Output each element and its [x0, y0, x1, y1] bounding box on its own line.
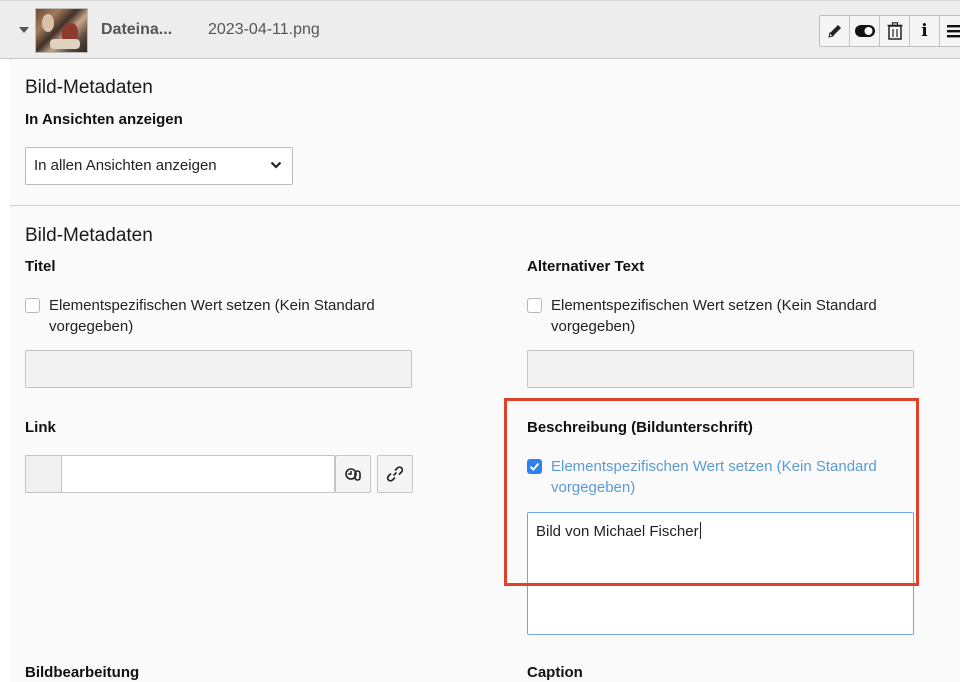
- collapse-caret-icon[interactable]: [19, 27, 29, 33]
- titel-label: Titel: [25, 258, 56, 275]
- caption-label: Caption: [527, 664, 583, 681]
- beschreibung-override-text: Elementspezifischen Wert setzen (Kein St…: [551, 458, 877, 496]
- link-wizard-icon: [345, 468, 361, 481]
- file-reference-header[interactable]: Dateina... 2023-04-11.png i: [0, 0, 960, 59]
- file-toolbar: i: [819, 15, 960, 47]
- edit-button[interactable]: [820, 16, 850, 46]
- link-field-group: [25, 455, 413, 493]
- image-thumbnail: [35, 8, 88, 53]
- titel-override-checkbox[interactable]: [25, 298, 40, 313]
- beschreibung-textarea[interactable]: Bild von Michael Fischer: [527, 512, 914, 635]
- section-title: Bild-Metadaten: [25, 225, 153, 246]
- chevron-down-icon: [270, 161, 282, 169]
- bildbearbeitung-label: Bildbearbeitung: [25, 664, 140, 681]
- toggle-visibility-button[interactable]: [850, 16, 880, 46]
- alt-text-override-checkbox[interactable]: [527, 298, 542, 313]
- beschreibung-override-checkbox[interactable]: [527, 459, 542, 474]
- link-addon: [25, 455, 61, 493]
- titel-override-text: Elementspezifischen Wert setzen (Kein St…: [49, 297, 375, 335]
- text-cursor: [699, 522, 701, 539]
- visibility-select-value: In allen Ansichten anzeigen: [34, 157, 217, 174]
- link-label: Link: [25, 419, 56, 436]
- pencil-icon: [827, 25, 841, 38]
- alt-text-override-row[interactable]: Elementspezifischen Wert setzen (Kein St…: [527, 295, 921, 337]
- chain-link-icon: [386, 466, 404, 482]
- beschreibung-value: Bild von Michael Fischer: [536, 523, 699, 540]
- file-title: Dateina...: [101, 21, 173, 38]
- more-menu-button[interactable]: [940, 16, 960, 46]
- titel-override-row[interactable]: Elementspezifischen Wert setzen (Kein St…: [25, 295, 419, 337]
- visibility-label: In Ansichten anzeigen: [25, 111, 183, 128]
- trash-icon: [887, 22, 902, 40]
- info-icon: i: [921, 21, 928, 41]
- menu-icon: [947, 25, 960, 38]
- alt-text-input: [527, 350, 914, 388]
- file-name: 2023-04-11.png: [208, 21, 320, 38]
- visibility-select[interactable]: In allen Ansichten anzeigen: [25, 147, 293, 185]
- metadata-section-fields: Bild-Metadaten Titel Elementspezifischen…: [10, 207, 960, 682]
- link-chain-button[interactable]: [377, 455, 413, 493]
- metadata-section-visibility: Bild-Metadaten In Ansichten anzeigen In …: [10, 60, 960, 206]
- section-title: Bild-Metadaten: [25, 77, 153, 98]
- link-browser-button[interactable]: [335, 455, 371, 493]
- titel-input: [25, 350, 412, 388]
- alt-text-override-text: Elementspezifischen Wert setzen (Kein St…: [551, 297, 877, 335]
- alt-text-label: Alternativer Text: [527, 258, 645, 275]
- info-button[interactable]: i: [910, 16, 940, 46]
- beschreibung-label: Beschreibung (Bildunterschrift): [527, 419, 753, 436]
- delete-button[interactable]: [880, 16, 910, 46]
- link-input[interactable]: [61, 455, 335, 493]
- toggle-icon: [854, 25, 875, 37]
- beschreibung-override-row[interactable]: Elementspezifischen Wert setzen (Kein St…: [527, 456, 921, 498]
- checkmark-icon: [529, 462, 540, 471]
